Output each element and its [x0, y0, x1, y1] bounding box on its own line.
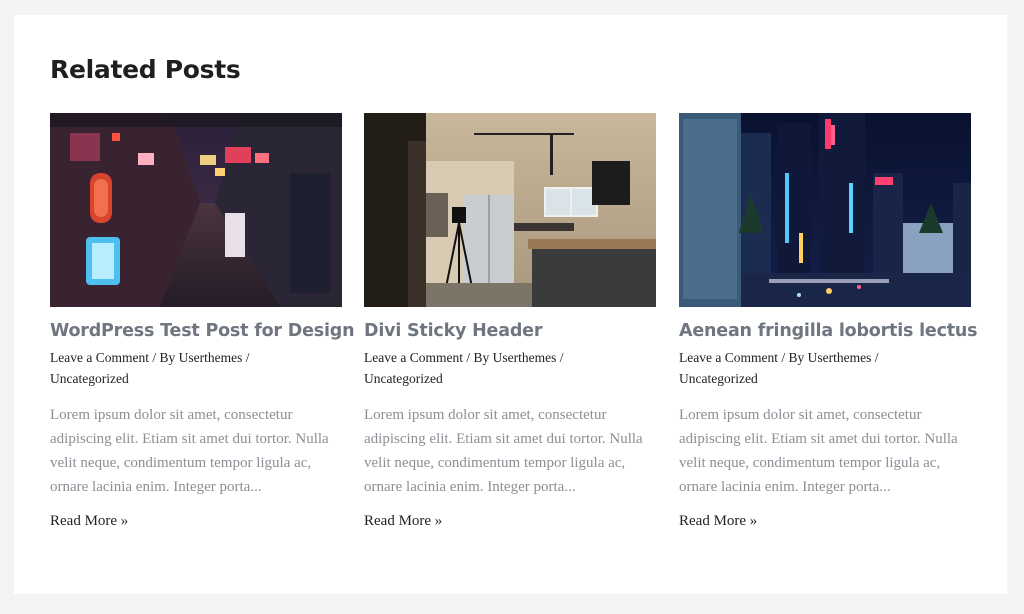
- post-thumbnail-neon-alley[interactable]: [50, 113, 342, 307]
- related-posts-section: Related Posts WordPress Test Post for De…: [14, 15, 1007, 594]
- by-prefix: / By: [466, 350, 490, 365]
- post-thumbnail-night-city[interactable]: [679, 113, 971, 307]
- kitchen-interior-image: [364, 113, 656, 307]
- post-title[interactable]: Aenean fringilla lobortis lectus: [679, 319, 978, 343]
- post-card: WordPress Test Post for Design Leave a C…: [50, 113, 355, 530]
- read-more-link[interactable]: Read More »: [679, 513, 757, 530]
- read-more-link[interactable]: Read More »: [364, 513, 442, 530]
- post-card: Divi Sticky Header Leave a Comment / By …: [364, 113, 656, 530]
- post-meta: Leave a Comment / By Userthemes / Uncate…: [679, 347, 969, 389]
- post-excerpt: Lorem ipsum dolor sit amet, consectetur …: [364, 407, 643, 495]
- neon-alley-image: [50, 113, 342, 307]
- post-excerpt: Lorem ipsum dolor sit amet, consectetur …: [50, 407, 329, 495]
- category-link[interactable]: Uncategorized: [364, 371, 443, 386]
- author-link[interactable]: Userthemes: [179, 350, 243, 365]
- author-link[interactable]: Userthemes: [808, 350, 872, 365]
- meta-separator: /: [559, 350, 564, 365]
- leave-comment-link[interactable]: Leave a Comment: [364, 350, 463, 365]
- by-prefix: / By: [152, 350, 176, 365]
- post-card: Aenean fringilla lobortis lectus Leave a…: [679, 113, 978, 530]
- category-link[interactable]: Uncategorized: [679, 371, 758, 386]
- leave-comment-link[interactable]: Leave a Comment: [679, 350, 778, 365]
- author-link[interactable]: Userthemes: [493, 350, 557, 365]
- leave-comment-link[interactable]: Leave a Comment: [50, 350, 149, 365]
- category-link[interactable]: Uncategorized: [50, 371, 129, 386]
- post-meta: Leave a Comment / By Userthemes / Uncate…: [364, 347, 654, 389]
- post-thumbnail-kitchen[interactable]: [364, 113, 656, 307]
- section-heading: Related Posts: [50, 55, 241, 84]
- night-city-image: [679, 113, 971, 307]
- by-prefix: / By: [781, 350, 805, 365]
- meta-separator: /: [874, 350, 879, 365]
- meta-separator: /: [245, 350, 250, 365]
- post-meta: Leave a Comment / By Userthemes / Uncate…: [50, 347, 340, 389]
- post-excerpt: Lorem ipsum dolor sit amet, consectetur …: [679, 407, 958, 495]
- post-title[interactable]: WordPress Test Post for Design: [50, 319, 355, 343]
- post-title[interactable]: Divi Sticky Header: [364, 319, 656, 343]
- read-more-link[interactable]: Read More »: [50, 513, 128, 530]
